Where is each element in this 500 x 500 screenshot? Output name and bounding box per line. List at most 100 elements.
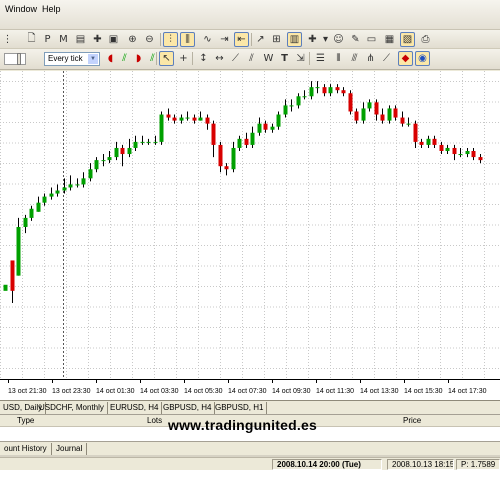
print-icon[interactable]: ⎙ <box>418 32 433 47</box>
speed-slider[interactable] <box>4 53 26 65</box>
tab-journal[interactable]: Journal <box>52 443 88 455</box>
candle-bull <box>270 126 275 130</box>
strategy-tester-icon[interactable]: ▧ <box>400 32 415 47</box>
navigator-icon[interactable]: ✚ <box>90 32 105 47</box>
candle-bear <box>348 93 353 112</box>
candle-bear <box>244 138 249 145</box>
candle-bear <box>205 117 210 124</box>
horizontal-line-icon[interactable]: ↔ <box>212 51 227 66</box>
candle-bull <box>276 114 281 127</box>
column-type[interactable]: Type <box>17 416 34 425</box>
column-price[interactable]: Price <box>403 416 421 425</box>
watermark-text: www.tradingunited.es <box>168 417 317 433</box>
candle-bull <box>94 160 99 170</box>
model-combo-value: Every tick <box>48 54 83 63</box>
x-tick-label: 13 oct 21:30 <box>8 388 47 395</box>
candle-bull <box>198 117 203 121</box>
x-tick-label: 14 oct 11:30 <box>316 388 354 395</box>
candle-bull <box>140 141 145 143</box>
candle-bear <box>478 157 483 161</box>
candle-bull <box>146 141 151 143</box>
candle-bull <box>49 193 54 197</box>
candlestick-icon[interactable]: ⫼ <box>180 32 195 47</box>
slider-thumb[interactable] <box>17 53 21 65</box>
chart-tab-gbpusd-h4[interactable]: GBPUSD, H4 <box>160 402 216 414</box>
expert-advisors-icon[interactable]: ☺ <box>331 32 346 47</box>
bar-type-icon[interactable]: ⫽ <box>117 51 132 66</box>
menu-window[interactable]: Window <box>1 2 41 16</box>
gann-icon[interactable]: ⦀ <box>331 51 346 66</box>
candle-bull <box>159 114 164 142</box>
x-tick-label: 14 oct 17:30 <box>448 388 487 395</box>
settings-icon[interactable]: ◉ <box>415 51 430 66</box>
color-icon[interactable]: ◆ <box>398 51 413 66</box>
periods-icon[interactable]: ⊞ <box>269 32 284 47</box>
candle-bull <box>302 96 307 98</box>
channel-icon[interactable]: ⫻ <box>347 51 362 66</box>
candlestick-chart[interactable]: 13 oct 21:30 13 oct 23:30 14 oct 01:30 14 o… <box>0 71 500 400</box>
arrows-icon[interactable]: ☰ <box>313 51 328 66</box>
history-center-icon[interactable]: ✎ <box>348 32 363 47</box>
cursor-icon[interactable]: ↖ <box>159 51 174 66</box>
menu-help[interactable]: Help <box>38 2 65 16</box>
auto-scroll-icon[interactable]: ⇥ <box>217 32 232 47</box>
chart-tab-gbpusd-h1[interactable]: GBPUSD, H1 <box>212 402 268 414</box>
crosshair-icon[interactable]: + <box>176 51 191 66</box>
terminal-icon[interactable]: ▣ <box>106 32 121 47</box>
candle-bull <box>250 132 255 145</box>
candle-bear <box>452 147 457 155</box>
trendline-icon[interactable]: ⟋ <box>228 51 243 66</box>
candle-bull <box>367 102 372 109</box>
zoom-out-icon[interactable]: ⊖ <box>142 32 157 47</box>
text-label-icon[interactable]: ⇲ <box>293 51 308 66</box>
tester-play-icon[interactable]: ◖ <box>103 51 118 66</box>
screenshot-icon[interactable]: ▦ <box>382 32 397 47</box>
candle-bear <box>413 123 418 142</box>
candle-bull <box>361 108 366 121</box>
candle-bull <box>237 138 242 148</box>
chart-shift-icon[interactable]: ⇤ <box>234 32 249 47</box>
x-tick-label: 14 oct 03:30 <box>140 388 179 395</box>
candle-bear <box>393 108 398 118</box>
bar-type-alt-icon[interactable]: ◗ <box>131 51 146 66</box>
tester-stop-icon[interactable]: ⫽ <box>145 51 160 66</box>
x-tick-label: 14 oct 01:30 <box>96 388 135 395</box>
candle-bull <box>406 123 411 125</box>
indicators-icon[interactable]: ↗ <box>253 32 268 47</box>
candle-bull <box>296 96 301 106</box>
candle-bear <box>432 138 437 145</box>
chevron-down-icon[interactable]: ▼ <box>88 54 98 64</box>
x-tick-label: 14 oct 05:30 <box>184 388 223 395</box>
equidistant-channel-icon[interactable]: ⫽ <box>244 51 259 66</box>
vertical-line-icon[interactable]: ↕ <box>196 51 211 66</box>
profiles-icon[interactable]: P <box>40 32 55 47</box>
candle-bull <box>257 123 262 133</box>
candle-bull <box>75 184 80 186</box>
options-icon[interactable]: ▭ <box>364 32 379 47</box>
candle-bear <box>380 114 385 121</box>
candle-bear <box>341 90 346 94</box>
market-watch-icon[interactable]: M <box>56 32 71 47</box>
fibo-fan-icon[interactable]: ⟋ <box>379 51 394 66</box>
model-combo[interactable]: Every tick ▼ <box>44 52 100 66</box>
new-chart-icon[interactable]: 🗋 <box>24 32 39 47</box>
column-lots[interactable]: Lots <box>147 416 162 425</box>
chart-tab-eurusd-h4[interactable]: EURUSD, H4 <box>107 402 163 414</box>
templates-icon[interactable]: ▥ <box>287 32 302 47</box>
price-chart[interactable]: 13 oct 21:30 13 oct 23:30 14 oct 01:30 14 o… <box>0 71 500 400</box>
candle-bull <box>16 227 21 276</box>
text-icon[interactable]: T <box>277 51 292 66</box>
zoom-in-icon[interactable]: ⊕ <box>125 32 140 47</box>
candle-bull <box>231 147 236 170</box>
data-window-icon[interactable]: ▤ <box>73 32 88 47</box>
candle-bear <box>400 117 405 124</box>
chart-tab-usdchf-monthly[interactable]: USDCHF, Monthly <box>36 402 108 414</box>
candle-bear <box>211 123 216 145</box>
candle-bull <box>29 208 34 218</box>
fibonacci-icon[interactable]: W <box>261 51 276 66</box>
bar-chart-icon[interactable]: ⫶ <box>163 32 178 47</box>
tab-account-history[interactable]: ount History <box>0 443 52 455</box>
line-chart-icon[interactable]: ∿ <box>200 32 215 47</box>
pitchfork-icon[interactable]: ⋔ <box>363 51 378 66</box>
candle-bull <box>127 147 132 155</box>
